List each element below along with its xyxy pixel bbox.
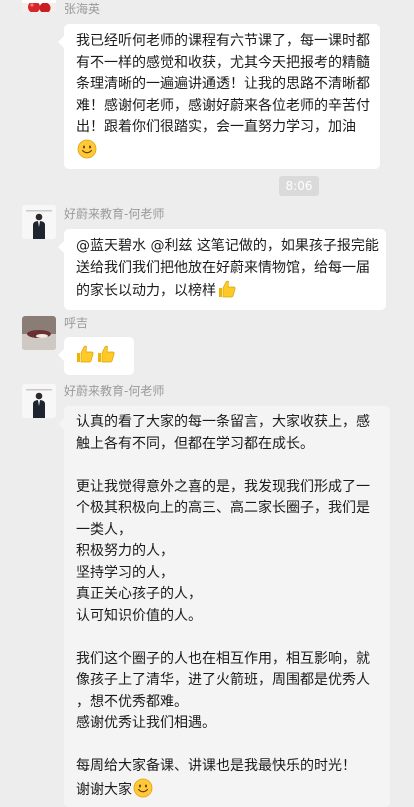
message-line: 每周给大家备课、讲课也是我最快乐的时光！ — [76, 758, 356, 774]
avatar-cherries[interactable] — [22, 0, 56, 12]
teacher-portrait-icon — [22, 205, 56, 239]
message-paragraph: 认真的看了大家的每一条留言，大家收获上，感 触上各有不同，但都在学习都在成长。 — [76, 412, 380, 455]
emoji-line — [76, 139, 370, 163]
thumbs-up-emoji-icon — [219, 280, 236, 298]
timestamp: 8:06 — [279, 176, 319, 196]
message-line: 更让我觉得意外之喜的是，我发现我们形成了一 — [76, 478, 370, 495]
avatar-huji[interactable] — [22, 316, 56, 350]
thumbs-up-emoji-icon — [77, 345, 94, 363]
message-paragraph: 更让我觉得意外之喜的是，我发现我们形成了一 个极其积极向上的高三、高二家长圈子，… — [76, 477, 380, 628]
message-line-with-emoji: 谢谢大家 — [76, 778, 380, 802]
message-line: 认真的看了大家的每一条留言，大家收获上，感 — [76, 414, 370, 430]
thumbs-up-emoji-icon — [98, 345, 115, 363]
message-bubble[interactable]: 我已经听何老师的课程有六节课了，每一课时都 有不一样的感觉和收获，尤其今天把报考… — [58, 24, 380, 169]
sender-name: 呼吉 — [64, 316, 89, 330]
message-line: 我已经听何老师的课程有六节课了，每一课时都 — [76, 33, 370, 49]
sender-name: 张海英 — [64, 2, 101, 16]
message-bubble[interactable]: 认真的看了大家的每一条留言，大家收获上，感 触上各有不同，但都在学习都在成长。 … — [58, 406, 390, 807]
teacher-portrait-icon — [22, 384, 56, 418]
message-line: 像孩子上了清华，进了火箭班，周围都是优秀人 — [76, 672, 370, 688]
message-line: 真正关心孩子的人， — [76, 586, 202, 602]
message-line: @蓝天碧水 @利兹 这笔记做的，如果孩子报完能 — [76, 238, 379, 254]
message-line-with-emoji: 的家长以动力，以榜样 — [76, 279, 376, 303]
message-line: ，想不优秀都难。 — [76, 693, 188, 710]
message-line: 我们这个圈子的人也在相互作用，相互影响，就 — [76, 650, 370, 667]
message-line: 有不一样的感觉和收获，尤其今天把报考的精髓 — [76, 54, 370, 71]
message-paragraph: 我们这个圈子的人也在相互作用，相互影响，就 像孩子上了清华，进了火箭班，周围都是… — [76, 649, 380, 735]
photo-avatar-icon — [22, 316, 56, 350]
message-line: 一类人， — [76, 521, 132, 538]
smile-emoji-icon — [77, 139, 97, 158]
avatar-teacher-he[interactable] — [22, 205, 56, 239]
message-line: 的家长以动力，以榜样 — [76, 283, 216, 299]
message-line: 出！跟着你们很踏实，会一直努力学习，加油 — [76, 119, 356, 135]
message-line: 难！感谢何老师，感谢好蔚来各位老师的辛苦付 — [76, 97, 370, 114]
sender-name: 好蔚来教育-何老师 — [64, 384, 165, 398]
message-line: 个极其积极向上的高三、高二家长圈子，我们是 — [76, 500, 370, 516]
message-line: 感谢优秀让我们相遇。 — [76, 715, 216, 731]
message-line: 触上各有不同，但都在学习都在成长。 — [76, 435, 314, 452]
message-line: 送给我们我们把他放在好蔚来情物馆，给每一届 — [76, 259, 370, 276]
message-line: 坚持学习的人， — [76, 564, 174, 581]
message-paragraph: 每周给大家备课、讲课也是我最快乐的时光！ 谢谢大家 — [76, 756, 380, 801]
avatar-teacher-he[interactable] — [22, 384, 56, 418]
message-line: 条理清晰的一遍遍讲通透！让我的思路不清晰都 — [76, 76, 370, 92]
message-line: 认可知识价值的人。 — [76, 607, 202, 624]
cherries-icon — [22, 1, 56, 12]
message-line: 积极努力的人， — [76, 543, 174, 559]
emoji-line — [74, 344, 124, 368]
message-bubble[interactable] — [58, 337, 134, 375]
message-line: 谢谢大家 — [76, 781, 132, 798]
sender-name: 好蔚来教育-何老师 — [64, 207, 165, 221]
message-bubble[interactable]: @蓝天碧水 @利兹 这笔记做的，如果孩子报完能 送给我们我们把他放在好蔚来情物馆… — [58, 229, 386, 310]
